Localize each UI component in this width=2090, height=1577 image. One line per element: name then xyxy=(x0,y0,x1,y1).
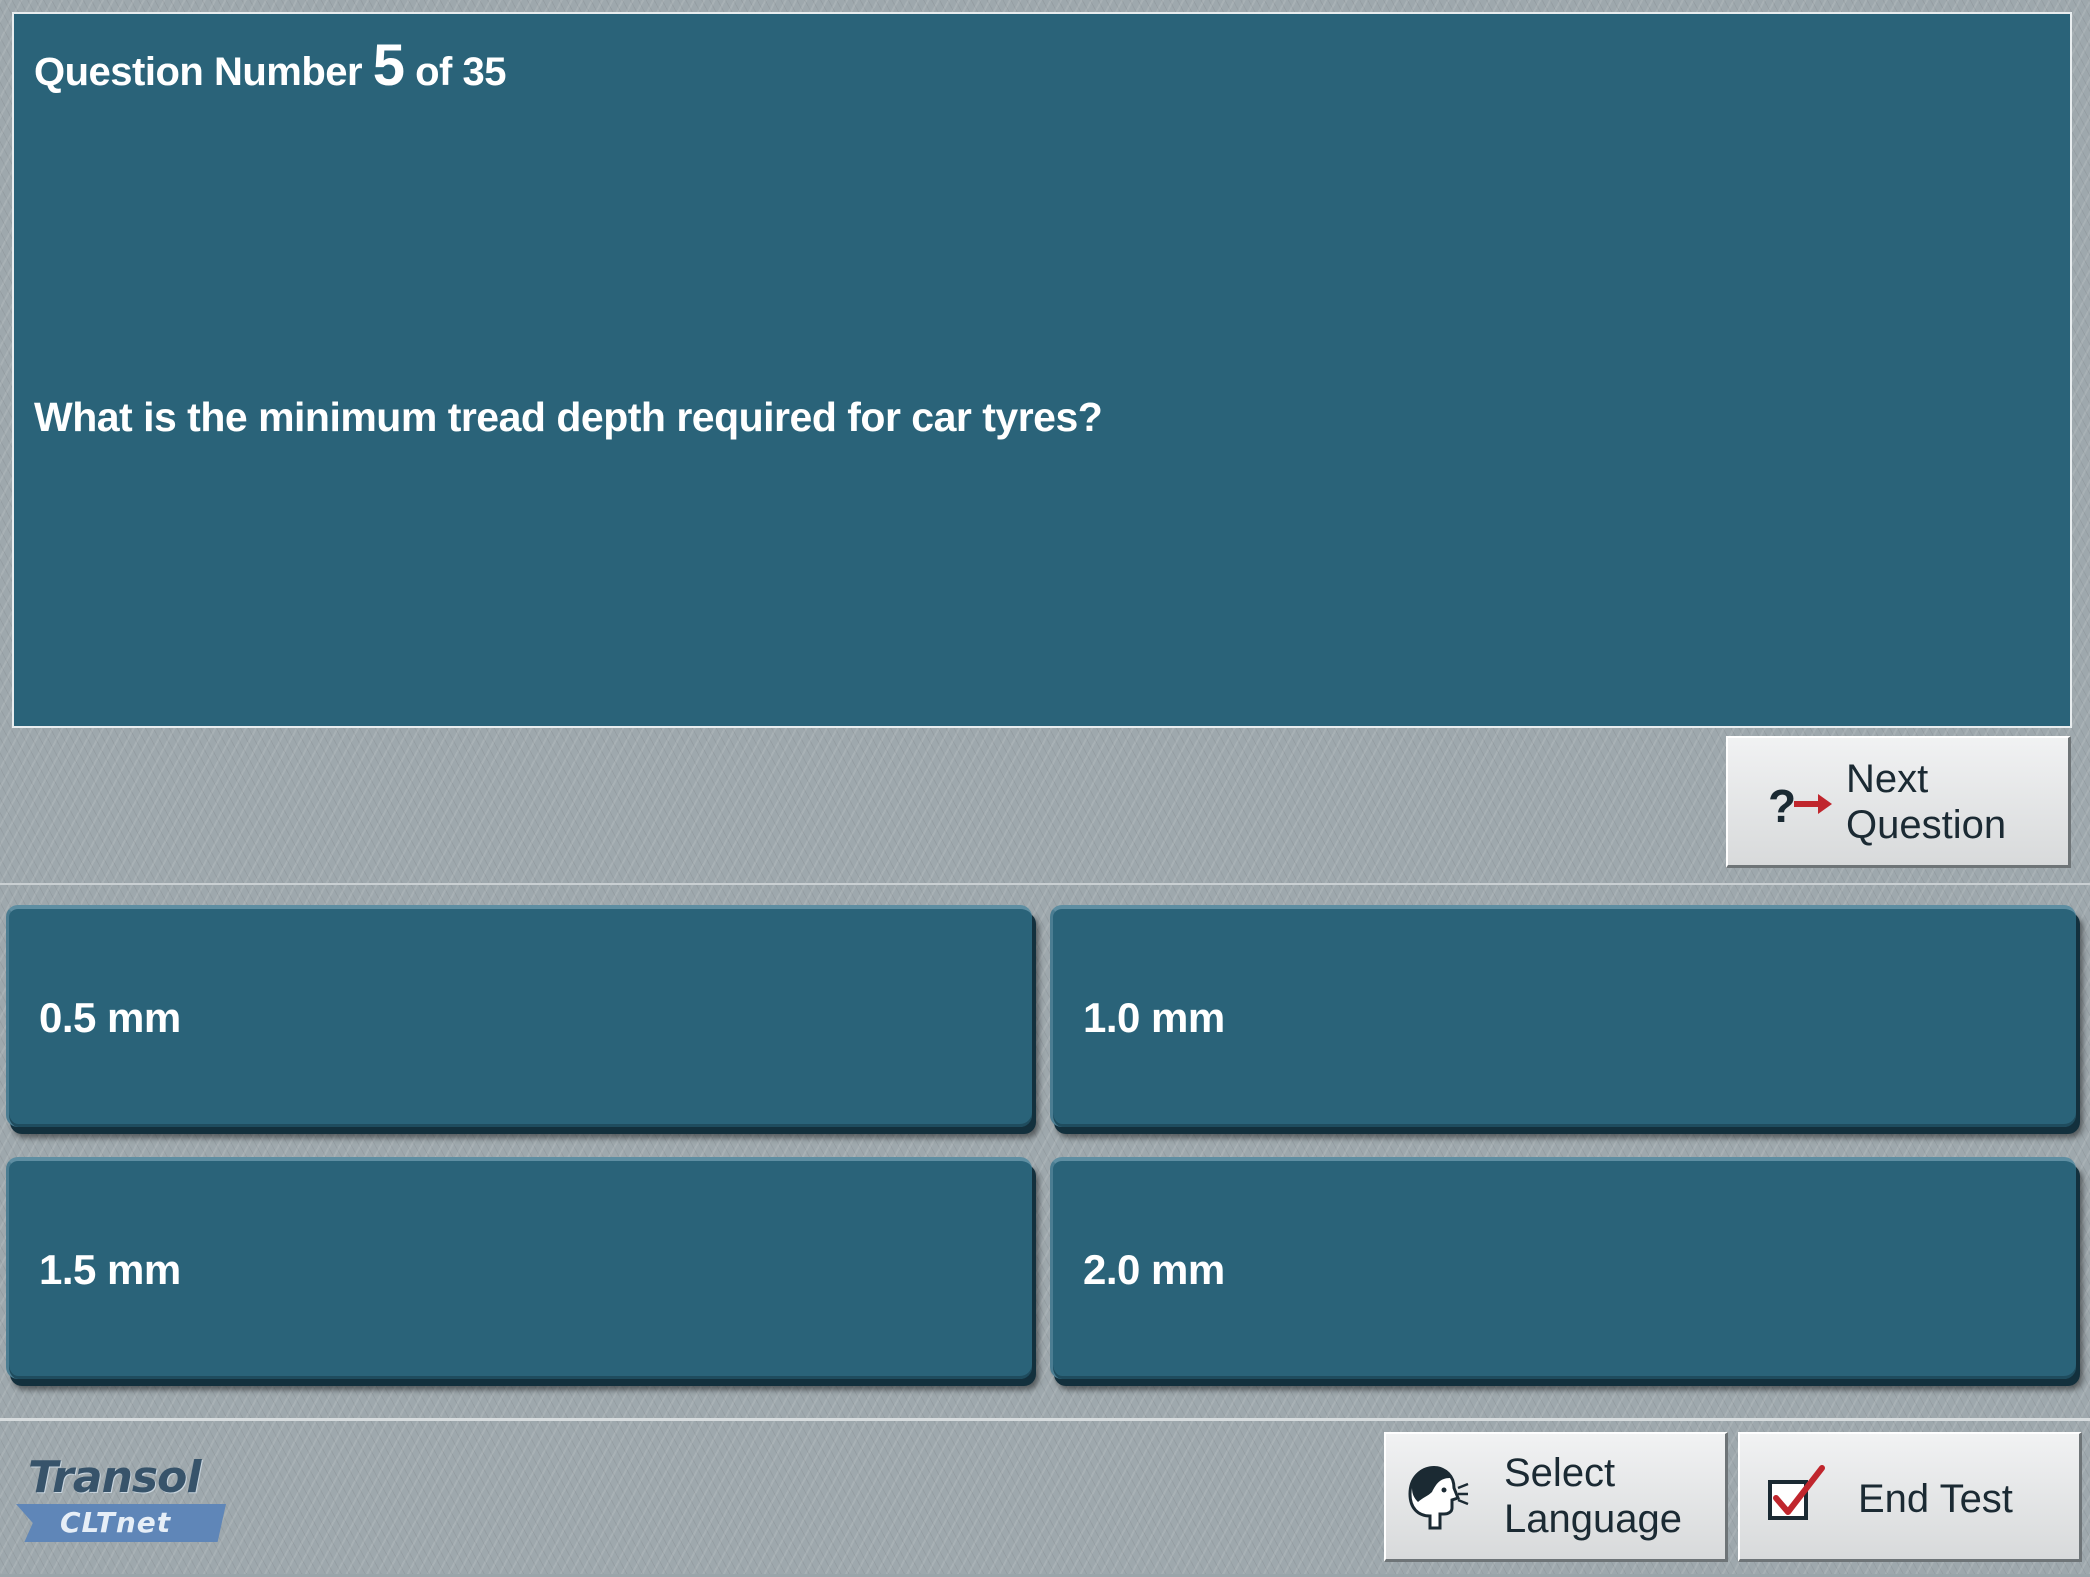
select-language-line1: Select xyxy=(1504,1451,1616,1495)
answer-option-label: 2.0 mm xyxy=(1083,1246,1225,1293)
answer-option-label: 1.5 mm xyxy=(39,1246,181,1293)
answer-option-b[interactable]: 1.0 mm xyxy=(1050,905,2076,1127)
logo-wordmark: Transol xyxy=(28,1452,201,1503)
logo-product: CLTnet xyxy=(60,1506,172,1539)
question-number-prefix: Question Number xyxy=(34,50,363,94)
answer-option-c[interactable]: 1.5 mm xyxy=(6,1157,1032,1379)
select-language-line2: Language xyxy=(1504,1497,1682,1541)
end-test-button[interactable]: End Test xyxy=(1738,1432,2082,1562)
question-number-total: of 35 xyxy=(415,50,506,94)
question-panel: Question Number 5 of 35 What is the mini… xyxy=(12,12,2072,728)
answer-option-label: 1.0 mm xyxy=(1083,994,1225,1041)
question-text: What is the minimum tread depth required… xyxy=(34,394,1103,440)
transol-cltnet-logo: Transol CLTnet xyxy=(16,1452,246,1548)
next-question-line1: Next xyxy=(1846,757,1929,801)
svg-text:?: ? xyxy=(1768,780,1796,830)
test-screen: Question Number 5 of 35 What is the mini… xyxy=(0,0,2090,1574)
end-test-label: End Test xyxy=(1858,1477,2013,1521)
next-question-button[interactable]: ? Next Question xyxy=(1726,736,2071,868)
speaking-head-icon xyxy=(1408,1466,1469,1530)
next-question-line2: Question xyxy=(1846,803,2007,847)
select-language-label: Select Language xyxy=(1504,1450,1682,1542)
next-question-label: Next Question xyxy=(1846,756,2006,848)
question-number-value: 5 xyxy=(372,33,405,98)
answer-option-d[interactable]: 2.0 mm xyxy=(1050,1157,2076,1379)
answer-option-label: 0.5 mm xyxy=(39,994,181,1041)
checkbox-tick-icon xyxy=(1768,1465,1825,1520)
question-arrow-icon: ? xyxy=(1768,780,1832,830)
question-number: Question Number 5 of 35 xyxy=(34,32,506,99)
answer-option-a[interactable]: 0.5 mm xyxy=(6,905,1032,1127)
select-language-button[interactable]: Select Language xyxy=(1384,1432,1728,1562)
